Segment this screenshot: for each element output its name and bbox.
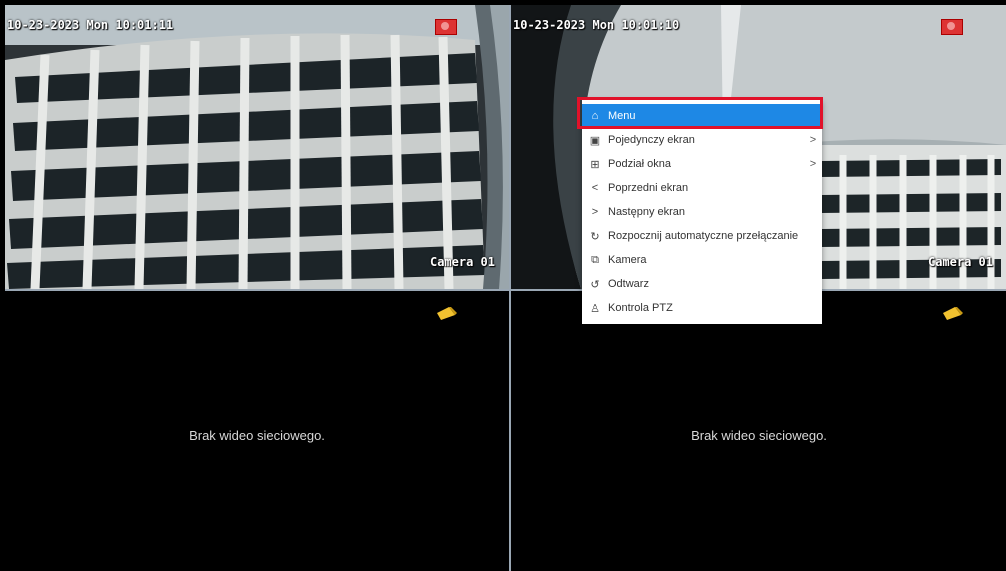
menu-item-label: Poprzedni ekran (608, 182, 689, 194)
ptz-user-icon: ♙ (590, 302, 600, 315)
menu-item-next-screen[interactable]: > Następny ekran (582, 200, 822, 224)
camera-tile-3[interactable]: Brak wideo sieciowego. (5, 291, 509, 571)
camera-tile-1[interactable]: 10-23-2023 Mon 10:01:11 Camera 01 (5, 5, 509, 289)
menu-item-label: Kontrola PTZ (608, 302, 673, 314)
menu-item-label: Następny ekran (608, 206, 686, 218)
timestamp-overlay: 10-23-2023 Mon 10:01:10 (513, 18, 680, 32)
alarm-icon (437, 307, 457, 320)
menu-item-ptz-control[interactable]: ♙ Kontrola PTZ (582, 296, 822, 320)
menu-item-camera[interactable]: ⧉ Kamera (582, 248, 822, 272)
menu-item-playback[interactable]: ↺ Odtwarz (582, 272, 822, 296)
highlight-box (577, 97, 823, 129)
menu-item-previous-screen[interactable]: < Poprzedni ekran (582, 176, 822, 200)
camera-name-overlay: Camera 01 (927, 255, 993, 269)
playback-icon: ↺ (590, 278, 600, 291)
menu-item-label: Pojedynczy ekran (608, 134, 695, 146)
menu-item-label: Rozpocznij automatyczne przełączanie (608, 230, 799, 242)
grid-icon: ⊞ (590, 158, 600, 171)
cycle-icon: ↻ (590, 230, 600, 243)
chevron-right-icon: > (591, 206, 599, 218)
no-video-message: Brak wideo sieciowego. (691, 428, 827, 443)
chevron-right-icon: > (809, 134, 817, 146)
chevron-right-icon: > (809, 158, 817, 170)
context-menu: ⌂ Menu ▣ Pojedynczy ekran > ⊞ Podział ok… (582, 100, 822, 324)
menu-item-split-window[interactable]: ⊞ Podział okna > (582, 152, 822, 176)
camera-name-overlay: Camera 01 (429, 255, 495, 269)
menu-item-label: Odtwarz (608, 278, 649, 290)
grid-divider-vertical (509, 5, 511, 571)
chevron-left-icon: < (591, 182, 599, 194)
camera-tile-4[interactable]: Brak wideo sieciowego. (511, 291, 1006, 571)
recording-icon (435, 19, 457, 35)
grid-divider-horizontal (5, 289, 1006, 291)
alarm-icon (943, 307, 963, 320)
menu-item-auto-switch[interactable]: ↻ Rozpocznij automatyczne przełączanie (582, 224, 822, 248)
camera-feed-building (5, 5, 509, 289)
single-screen-icon: ▣ (589, 134, 601, 147)
menu-item-single-screen[interactable]: ▣ Pojedynczy ekran > (582, 128, 822, 152)
recording-icon (941, 19, 963, 35)
camera-icon: ⧉ (591, 253, 599, 266)
timestamp-overlay: 10-23-2023 Mon 10:01:11 (7, 18, 174, 32)
no-video-message: Brak wideo sieciowego. (189, 428, 325, 443)
menu-item-label: Kamera (608, 254, 647, 266)
menu-item-label: Podział okna (608, 158, 671, 170)
